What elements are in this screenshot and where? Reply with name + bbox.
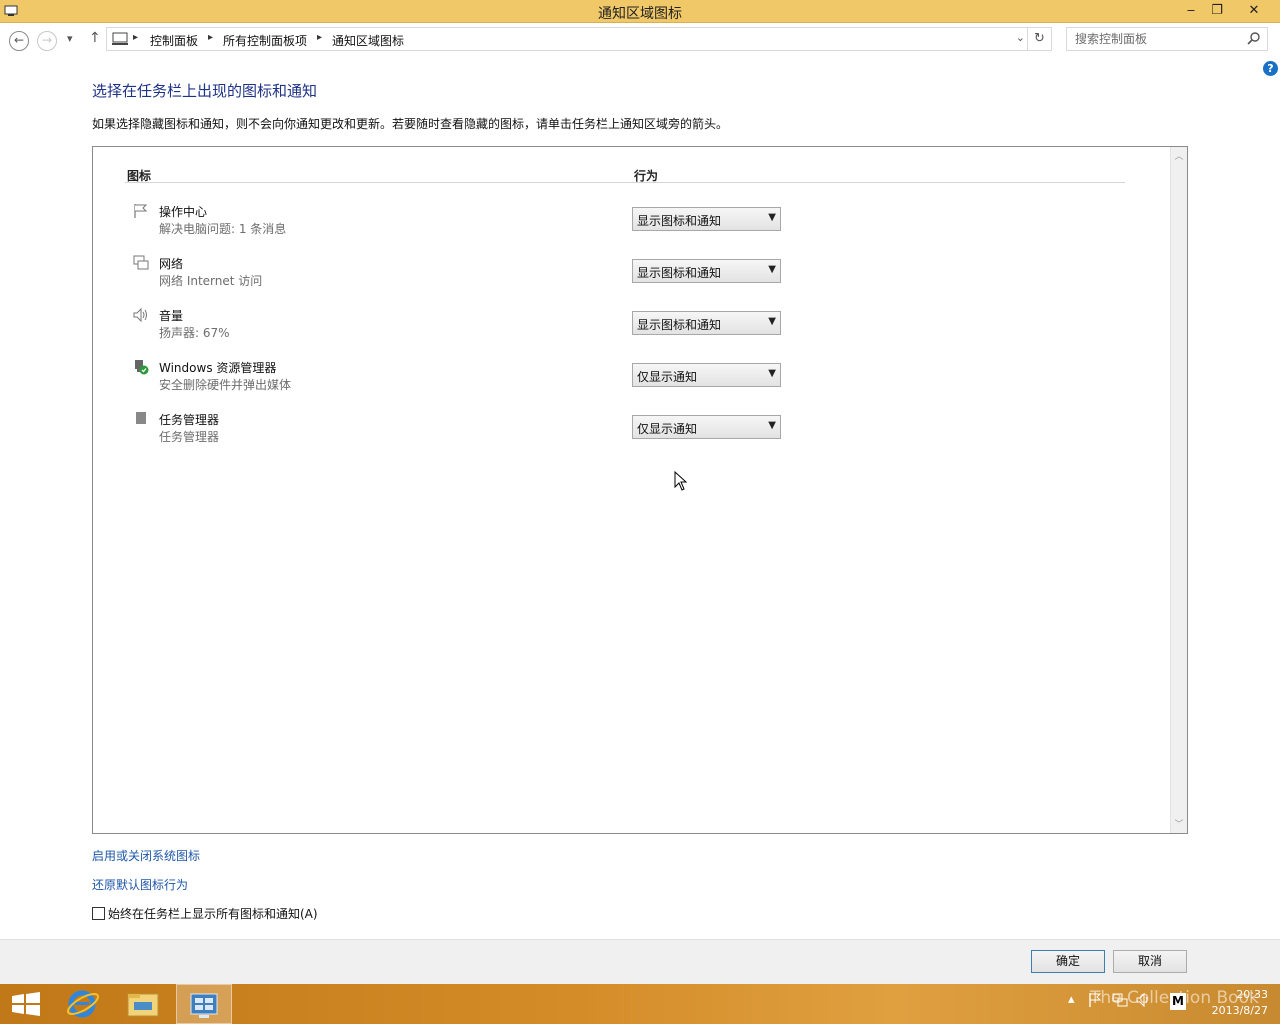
chevron-down-icon: ▼ [768, 368, 776, 379]
network-tray-icon[interactable] [1112, 992, 1128, 1008]
action-center-flag-icon[interactable] [1088, 992, 1102, 1008]
start-button[interactable] [0, 984, 56, 1024]
up-button[interactable]: ↑ [89, 30, 101, 46]
item-description: 解决电脑问题: 1 条消息 [159, 222, 287, 236]
input-method-indicator[interactable]: M [1170, 993, 1186, 1010]
behavior-select[interactable]: 仅显示通知 ▼ [632, 363, 781, 387]
list-item: Windows 资源管理器 安全删除硬件并弹出媒体 仅显示通知 ▼ [127, 357, 827, 401]
always-show-all-checkbox-row[interactable]: 始终在任务栏上显示所有图标和通知(A) [92, 905, 318, 921]
header-divider [125, 182, 1125, 183]
breadcrumb-separator[interactable]: ▸ [133, 32, 138, 43]
refresh-button[interactable]: ↻ [1027, 28, 1051, 50]
behavior-select-value: 显示图标和通知 [637, 214, 722, 228]
ok-button[interactable]: 确定 [1031, 950, 1105, 973]
breadcrumb-separator[interactable]: ▸ [317, 32, 322, 43]
flag-icon [134, 204, 148, 218]
scroll-down-icon[interactable]: ﹀ [1171, 817, 1187, 830]
taskbar-internet-explorer[interactable] [56, 984, 112, 1024]
breadcrumb-all-items[interactable]: 所有控制面板项 [223, 32, 307, 49]
list-item: 任务管理器 任务管理器 仅显示通知 ▼ [127, 409, 827, 453]
chevron-down-icon: ▼ [768, 264, 776, 275]
restore-default-behavior-link[interactable]: 还原默认图标行为 [92, 876, 188, 893]
folder-icon [127, 993, 159, 1017]
search-input[interactable] [1075, 29, 1245, 49]
item-description: 任务管理器 [159, 430, 220, 444]
page-title: 选择在任务栏上出现的图标和通知 [92, 82, 318, 100]
behavior-select[interactable]: 显示图标和通知 ▼ [632, 311, 781, 335]
window-title: 通知区域图标 [598, 6, 682, 22]
list-item: 音量 扬声器: 67% 显示图标和通知 ▼ [127, 305, 827, 349]
list-item: 操作中心 解决电脑问题: 1 条消息 显示图标和通知 ▼ [127, 201, 827, 245]
item-description: 扬声器: 67% [159, 326, 230, 340]
search-icon[interactable] [1247, 31, 1261, 45]
back-button[interactable]: ← [9, 31, 29, 51]
item-name: 操作中心 [159, 205, 208, 219]
usb-eject-icon [135, 360, 149, 375]
icon-list[interactable]: 图标 行为 操作中心 解决电脑问题: 1 条消息 显示图标和通知 ▼ 网络 网络… [92, 146, 1188, 834]
maximize-button[interactable]: ❐ [1204, 0, 1230, 22]
help-button[interactable]: ? [1263, 61, 1278, 76]
cancel-button[interactable]: 取消 [1113, 950, 1187, 973]
item-name: Windows 资源管理器 [159, 361, 277, 375]
control-panel-icon [190, 993, 218, 1018]
scroll-up-icon[interactable]: ︿ [1171, 149, 1187, 162]
internet-explorer-icon [66, 990, 100, 1018]
behavior-select-value: 仅显示通知 [637, 370, 698, 384]
breadcrumb-control-panel[interactable]: 控制面板 [150, 32, 198, 49]
taskbar-control-panel[interactable] [176, 984, 232, 1024]
breadcrumb-separator[interactable]: ▸ [208, 32, 213, 43]
title-bar: 通知区域图标 ‒ ❐ ✕ [0, 0, 1280, 23]
volume-tray-icon[interactable] [1136, 992, 1152, 1008]
breadcrumb-notification-icons[interactable]: 通知区域图标 [332, 32, 404, 49]
taskbar-file-explorer[interactable] [114, 984, 170, 1024]
item-name: 网络 [159, 257, 184, 271]
address-bar[interactable]: ▸ 控制面板 ▸ 所有控制面板项 ▸ 通知区域图标 ⌄ ↻ [106, 27, 1052, 51]
behavior-select[interactable]: 仅显示通知 ▼ [632, 415, 781, 439]
recent-locations-dropdown[interactable]: ▾ [67, 32, 73, 45]
forward-button[interactable]: → [37, 31, 57, 51]
chevron-down-icon: ▼ [768, 316, 776, 327]
address-dropdown-icon[interactable]: ⌄ [1016, 31, 1025, 44]
clock-time: 20:33 [1236, 988, 1268, 1001]
vertical-scrollbar[interactable]: ︿ ﹀ [1170, 147, 1187, 833]
behavior-select-value: 显示图标和通知 [637, 266, 722, 280]
chevron-down-icon: ▼ [768, 212, 776, 223]
search-box[interactable] [1066, 27, 1268, 51]
always-show-all-checkbox[interactable] [92, 907, 105, 920]
item-name: 音量 [159, 309, 184, 323]
close-button[interactable]: ✕ [1230, 0, 1278, 22]
navigation-bar: ← → ▾ ↑ ▸ 控制面板 ▸ 所有控制面板项 ▸ 通知区域图标 ⌄ ↻ [0, 23, 1280, 59]
clock-date: 2013/8/27 [1211, 1004, 1268, 1017]
task-manager-icon [136, 412, 146, 424]
page-description: 如果选择隐藏图标和通知，则不会向你通知更改和更新。若要随时查看隐藏的图标，请单击… [92, 117, 729, 131]
behavior-select[interactable]: 显示图标和通知 ▼ [632, 259, 781, 283]
item-description: 安全删除硬件并弹出媒体 [159, 378, 292, 392]
always-show-all-label[interactable]: 始终在任务栏上显示所有图标和通知(A) [108, 907, 318, 921]
mouse-cursor-icon [674, 471, 688, 491]
list-item: 网络 网络 Internet 访问 显示图标和通知 ▼ [127, 253, 827, 297]
toggle-system-icons-link[interactable]: 启用或关闭系统图标 [92, 847, 200, 864]
behavior-select[interactable]: 显示图标和通知 ▼ [632, 207, 781, 231]
item-description: 网络 Internet 访问 [159, 274, 263, 288]
behavior-select-value: 仅显示通知 [637, 422, 698, 436]
computer-icon [112, 32, 128, 45]
behavior-select-value: 显示图标和通知 [637, 318, 722, 332]
speaker-icon [133, 307, 147, 323]
item-name: 任务管理器 [159, 413, 220, 427]
network-icon [133, 255, 149, 270]
taskbar: The Collection Book ▴ M 20:33 2013/8/27 [0, 984, 1280, 1024]
chevron-down-icon: ▼ [768, 420, 776, 431]
minimize-button[interactable]: ‒ [1178, 0, 1204, 22]
show-hidden-icons-button[interactable]: ▴ [1068, 992, 1075, 1007]
taskbar-clock[interactable]: 20:33 2013/8/27 [1212, 987, 1268, 1019]
dialog-footer: 确定 取消 [0, 939, 1280, 984]
windows-logo-icon [12, 992, 40, 1016]
